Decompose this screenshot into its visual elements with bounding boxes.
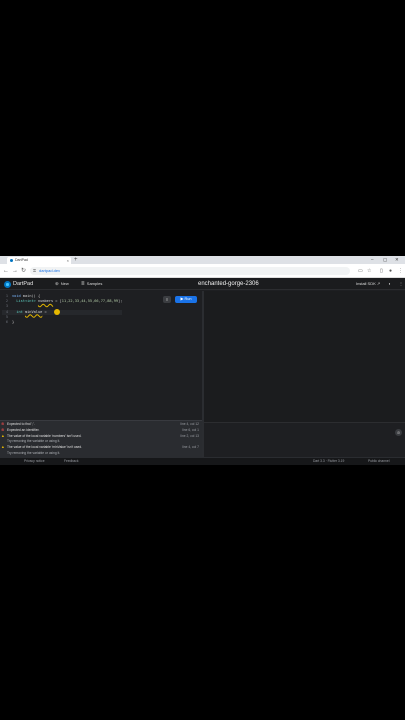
code-token: = [ [53, 299, 62, 304]
browser-menu-icon[interactable]: ⋮ [398, 267, 403, 275]
status-footer: Privacy notice Feedback Dart 3.3 · Flutt… [0, 457, 405, 465]
privacy-link[interactable]: Privacy notice [24, 458, 45, 465]
problem-text: Expected to find ';'. [7, 422, 35, 426]
problem-text: Try removing the variable or using it. [7, 439, 61, 444]
problem-item[interactable]: Try removing the variable or using it. [0, 451, 202, 457]
close-window-button[interactable]: ✕ [395, 256, 399, 263]
problem-text: Try removing the variable or using it. [7, 450, 61, 455]
code-token: } [12, 320, 15, 325]
sidebar-icon[interactable]: ▯ [380, 267, 383, 275]
overflow-menu-icon[interactable]: ⋮ [399, 280, 403, 288]
format-icon[interactable]: ≡ [163, 296, 171, 303]
code-token: 11,22,33,44,55,66,77,88,99 [61, 299, 119, 304]
bookmark-star-icon[interactable]: ☆ [367, 267, 371, 275]
dart-logo-icon [4, 281, 11, 288]
lock-icon: ⚿ [33, 268, 37, 273]
feedback-link[interactable]: Feedback [64, 458, 78, 465]
back-icon[interactable]: ← [3, 267, 9, 275]
clear-console-icon[interactable]: ⊘ [395, 429, 402, 436]
version-text: Dart 3.3 · Flutter 3.19 [313, 459, 345, 463]
install-sdk-link[interactable]: Install SDK ↗ [356, 280, 380, 288]
browser-tab[interactable]: DartPad × [7, 257, 71, 264]
code-token: minValue [24, 309, 43, 314]
reload-icon[interactable]: ↻ [21, 267, 26, 275]
add-icon: ⊕ [55, 281, 59, 286]
browser-tabstrip: DartPad × + – ▢ ✕ [0, 256, 405, 264]
code-token: numbers [37, 299, 54, 304]
code-token: void [12, 294, 23, 298]
samples-button[interactable]: ≣ Samples [81, 280, 102, 288]
browser-toolbar: ← → ↻ ⚿ dartpad.dev ▭ ☆ ▯ ● ⋮ [0, 264, 405, 278]
code-lines[interactable]: 1 void main() {2 List<int> numbers = [11,… [2, 294, 123, 325]
tab-title: DartPad [15, 258, 28, 262]
console-panel: ⊘ [204, 422, 405, 457]
install-sdk-label: Install SDK [356, 281, 376, 286]
run-button[interactable]: ▶ Run [175, 296, 197, 303]
code-line[interactable]: 2 List<int> numbers = [11,22,33,44,55,66… [2, 299, 123, 304]
list-icon: ≣ [81, 281, 85, 286]
code-token: List<int> [12, 299, 38, 304]
code-token: ]; [118, 299, 123, 304]
problem-text: Expected an identifier. [7, 427, 40, 432]
project-name[interactable]: enchanted-gorge-2306 [198, 280, 259, 288]
address-bar[interactable]: ⚿ dartpad.dev [30, 267, 350, 275]
code-token: int [12, 309, 25, 314]
problem-text: The value of the local variable 'minValu… [7, 445, 83, 450]
line-number: 6 [5, 320, 8, 325]
samples-label: Samples [86, 281, 103, 286]
code-token: = [42, 309, 47, 314]
forward-icon[interactable]: → [12, 267, 18, 275]
problem-text: The value of the local variable 'numbers… [7, 433, 82, 438]
dart-favicon-icon [10, 259, 13, 262]
code-line[interactable]: 6} [2, 320, 122, 325]
new-tab-button[interactable]: + [74, 256, 78, 264]
code-token: main() { [22, 294, 41, 298]
new-button[interactable]: ⊕ New [55, 280, 69, 288]
channel-text: Public channel [368, 459, 390, 463]
app-title: DartPad [13, 281, 34, 287]
dartpad-header: DartPad ⊕ New ≣ Samples enchanted-gorge-23… [0, 278, 405, 290]
external-link-icon: ↗ [376, 281, 381, 286]
close-tab-icon[interactable]: × [67, 257, 69, 264]
new-label: New [60, 281, 69, 286]
minimize-button[interactable]: – [371, 256, 374, 263]
profile-icon[interactable]: ● [389, 267, 392, 275]
output-panel [204, 291, 405, 422]
problems-panel: ⊗ Expected to find ';'. line 4, col 12 ⊗ Exp… [0, 420, 202, 457]
theme-toggle-icon[interactable]: ◑ [388, 280, 390, 288]
url-text: dartpad.dev [39, 268, 61, 273]
maximize-button[interactable]: ▢ [383, 256, 387, 263]
cast-icon[interactable]: ▭ [358, 267, 363, 275]
lightbulb-icon[interactable] [54, 309, 60, 315]
run-label: Run [184, 297, 192, 301]
screen: DartPad × + – ▢ ✕ ← → ↻ ⚿ dartpad.dev ▭ … [0, 256, 405, 465]
